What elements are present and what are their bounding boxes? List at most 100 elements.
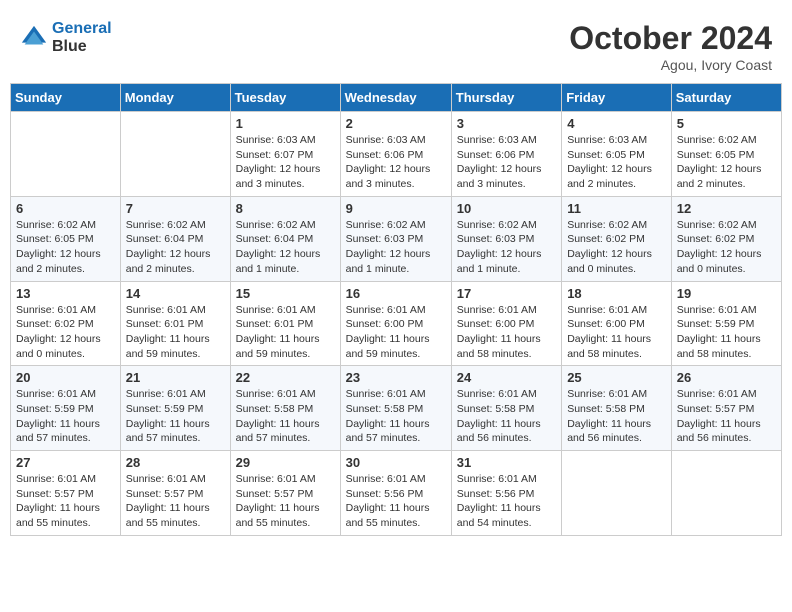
calendar-cell: 4 Sunrise: 6:03 AM Sunset: 6:05 PM Daylig… <box>562 112 672 197</box>
cell-info: Sunrise: 6:01 AM Sunset: 5:59 PM Dayligh… <box>677 303 776 362</box>
day-number: 8 <box>236 201 335 216</box>
calendar-week-row: 27 Sunrise: 6:01 AM Sunset: 5:57 PM Dayli… <box>11 451 782 536</box>
weekday-header: Wednesday <box>340 84 451 112</box>
logo-icon <box>20 24 48 52</box>
day-number: 25 <box>567 370 666 385</box>
day-number: 26 <box>677 370 776 385</box>
weekday-header: Tuesday <box>230 84 340 112</box>
calendar-cell: 3Sunrise: 6:03 AM Sunset: 6:06 PM Daylig… <box>451 112 561 197</box>
cell-info: Sunrise: 6:01 AM Sunset: 5:56 PM Dayligh… <box>457 472 556 531</box>
cell-info: Sunrise: 6:02 AM Sunset: 6:04 PM Dayligh… <box>126 218 225 277</box>
calendar-cell: 16 Sunrise: 6:01 AM Sunset: 6:00 PM Dayli… <box>340 281 451 366</box>
calendar-cell: 23 Sunrise: 6:01 AM Sunset: 5:58 PM Dayli… <box>340 366 451 451</box>
day-number: 24 <box>457 370 556 385</box>
day-number: 5 <box>677 116 776 131</box>
calendar-week-row: 20 Sunrise: 6:01 AM Sunset: 5:59 PM Dayli… <box>11 366 782 451</box>
weekday-header: Sunday <box>11 84 121 112</box>
cell-info: Sunrise: 6:01 AM Sunset: 6:01 PM Dayligh… <box>126 303 225 362</box>
calendar-cell: 6 Sunrise: 6:02 AM Sunset: 6:05 PM Daylig… <box>11 196 121 281</box>
cell-info: Sunrise: 6:01 AM Sunset: 5:57 PM Dayligh… <box>126 472 225 531</box>
calendar-week-row: 6 Sunrise: 6:02 AM Sunset: 6:05 PM Daylig… <box>11 196 782 281</box>
day-number: 10 <box>457 201 556 216</box>
calendar-week-row: 1 Sunrise: 6:03 AM Sunset: 6:07 PM Daylig… <box>11 112 782 197</box>
logo-text: General Blue <box>52 20 112 56</box>
cell-info: Sunrise: 6:02 AM Sunset: 6:05 PM Dayligh… <box>16 218 115 277</box>
calendar-cell: 1 Sunrise: 6:03 AM Sunset: 6:07 PM Daylig… <box>230 112 340 197</box>
cell-info: Sunrise: 6:02 AM Sunset: 6:05 PM Dayligh… <box>677 133 776 192</box>
calendar-table: SundayMondayTuesdayWednesdayThursdayFrid… <box>10 83 782 536</box>
cell-info: Sunrise: 6:03 AM Sunset: 6:05 PM Dayligh… <box>567 133 666 192</box>
month-title: October 2024 <box>569 20 772 57</box>
day-number: 18 <box>567 286 666 301</box>
calendar-cell: 22 Sunrise: 6:01 AM Sunset: 5:58 PM Dayli… <box>230 366 340 451</box>
day-number: 16 <box>346 286 446 301</box>
calendar-cell: 29 Sunrise: 6:01 AM Sunset: 5:57 PM Dayli… <box>230 451 340 536</box>
cell-info: Sunrise: 6:02 AM Sunset: 6:04 PM Dayligh… <box>236 218 335 277</box>
cell-info: Sunrise: 6:01 AM Sunset: 6:00 PM Dayligh… <box>346 303 446 362</box>
calendar-cell: 24 Sunrise: 6:01 AM Sunset: 5:58 PM Dayli… <box>451 366 561 451</box>
calendar-week-row: 13Sunrise: 6:01 AM Sunset: 6:02 PM Dayli… <box>11 281 782 366</box>
day-number: 7 <box>126 201 225 216</box>
day-number: 15 <box>236 286 335 301</box>
title-block: October 2024 Agou, Ivory Coast <box>569 20 772 73</box>
calendar-cell <box>562 451 672 536</box>
cell-info: Sunrise: 6:01 AM Sunset: 5:57 PM Dayligh… <box>236 472 335 531</box>
cell-info: Sunrise: 6:01 AM Sunset: 6:02 PM Dayligh… <box>16 303 115 362</box>
day-number: 6 <box>16 201 115 216</box>
day-number: 9 <box>346 201 446 216</box>
weekday-header: Monday <box>120 84 230 112</box>
day-number: 29 <box>236 455 335 470</box>
day-number: 12 <box>677 201 776 216</box>
day-number: 1 <box>236 116 335 131</box>
weekday-header: Thursday <box>451 84 561 112</box>
cell-info: Sunrise: 6:01 AM Sunset: 6:01 PM Dayligh… <box>236 303 335 362</box>
cell-info: Sunrise: 6:01 AM Sunset: 5:59 PM Dayligh… <box>126 387 225 446</box>
calendar-cell: 31 Sunrise: 6:01 AM Sunset: 5:56 PM Dayli… <box>451 451 561 536</box>
day-number: 17 <box>457 286 556 301</box>
day-number: 14 <box>126 286 225 301</box>
cell-info: Sunrise: 6:01 AM Sunset: 5:57 PM Dayligh… <box>677 387 776 446</box>
calendar-cell: 19 Sunrise: 6:01 AM Sunset: 5:59 PM Dayli… <box>671 281 781 366</box>
calendar-cell: 11 Sunrise: 6:02 AM Sunset: 6:02 PM Dayli… <box>562 196 672 281</box>
cell-info: Sunrise: 6:01 AM Sunset: 5:58 PM Dayligh… <box>567 387 666 446</box>
cell-info: Sunrise: 6:01 AM Sunset: 6:00 PM Dayligh… <box>457 303 556 362</box>
cell-info: Sunrise: 6:02 AM Sunset: 6:02 PM Dayligh… <box>677 218 776 277</box>
calendar-cell: 27 Sunrise: 6:01 AM Sunset: 5:57 PM Dayli… <box>11 451 121 536</box>
day-number: 30 <box>346 455 446 470</box>
cell-info: Sunrise: 6:02 AM Sunset: 6:02 PM Dayligh… <box>567 218 666 277</box>
day-number: 20 <box>16 370 115 385</box>
calendar-cell: 13Sunrise: 6:01 AM Sunset: 6:02 PM Dayli… <box>11 281 121 366</box>
calendar-cell: 20 Sunrise: 6:01 AM Sunset: 5:59 PM Dayli… <box>11 366 121 451</box>
calendar-cell: 10 Sunrise: 6:02 AM Sunset: 6:03 PM Dayli… <box>451 196 561 281</box>
calendar-cell: 25 Sunrise: 6:01 AM Sunset: 5:58 PM Dayli… <box>562 366 672 451</box>
weekday-header: Saturday <box>671 84 781 112</box>
location: Agou, Ivory Coast <box>569 57 772 73</box>
calendar-cell: 8 Sunrise: 6:02 AM Sunset: 6:04 PM Daylig… <box>230 196 340 281</box>
cell-info: Sunrise: 6:01 AM Sunset: 5:58 PM Dayligh… <box>236 387 335 446</box>
cell-info: Sunrise: 6:01 AM Sunset: 5:58 PM Dayligh… <box>346 387 446 446</box>
calendar-cell: 26 Sunrise: 6:01 AM Sunset: 5:57 PM Dayli… <box>671 366 781 451</box>
day-number: 27 <box>16 455 115 470</box>
calendar-cell: 15 Sunrise: 6:01 AM Sunset: 6:01 PM Dayli… <box>230 281 340 366</box>
cell-info: Sunrise: 6:01 AM Sunset: 5:57 PM Dayligh… <box>16 472 115 531</box>
day-number: 19 <box>677 286 776 301</box>
calendar-cell: 17 Sunrise: 6:01 AM Sunset: 6:00 PM Dayli… <box>451 281 561 366</box>
day-number: 21 <box>126 370 225 385</box>
calendar-cell: 7 Sunrise: 6:02 AM Sunset: 6:04 PM Daylig… <box>120 196 230 281</box>
day-number: 4 <box>567 116 666 131</box>
calendar-cell: 5 Sunrise: 6:02 AM Sunset: 6:05 PM Daylig… <box>671 112 781 197</box>
day-number: 22 <box>236 370 335 385</box>
calendar-cell: 2Sunrise: 6:03 AM Sunset: 6:06 PM Daylig… <box>340 112 451 197</box>
calendar-cell: 21 Sunrise: 6:01 AM Sunset: 5:59 PM Dayli… <box>120 366 230 451</box>
calendar-header: SundayMondayTuesdayWednesdayThursdayFrid… <box>11 84 782 112</box>
day-number: 28 <box>126 455 225 470</box>
logo: General Blue <box>20 20 112 56</box>
cell-info: Sunrise: 6:03 AM Sunset: 6:07 PM Dayligh… <box>236 133 335 192</box>
cell-info: Sunrise: 6:01 AM Sunset: 5:59 PM Dayligh… <box>16 387 115 446</box>
day-number: 31 <box>457 455 556 470</box>
cell-info: Sunrise: 6:01 AM Sunset: 5:58 PM Dayligh… <box>457 387 556 446</box>
calendar-cell: 9Sunrise: 6:02 AM Sunset: 6:03 PM Daylig… <box>340 196 451 281</box>
day-number: 23 <box>346 370 446 385</box>
day-number: 11 <box>567 201 666 216</box>
cell-info: Sunrise: 6:02 AM Sunset: 6:03 PM Dayligh… <box>457 218 556 277</box>
